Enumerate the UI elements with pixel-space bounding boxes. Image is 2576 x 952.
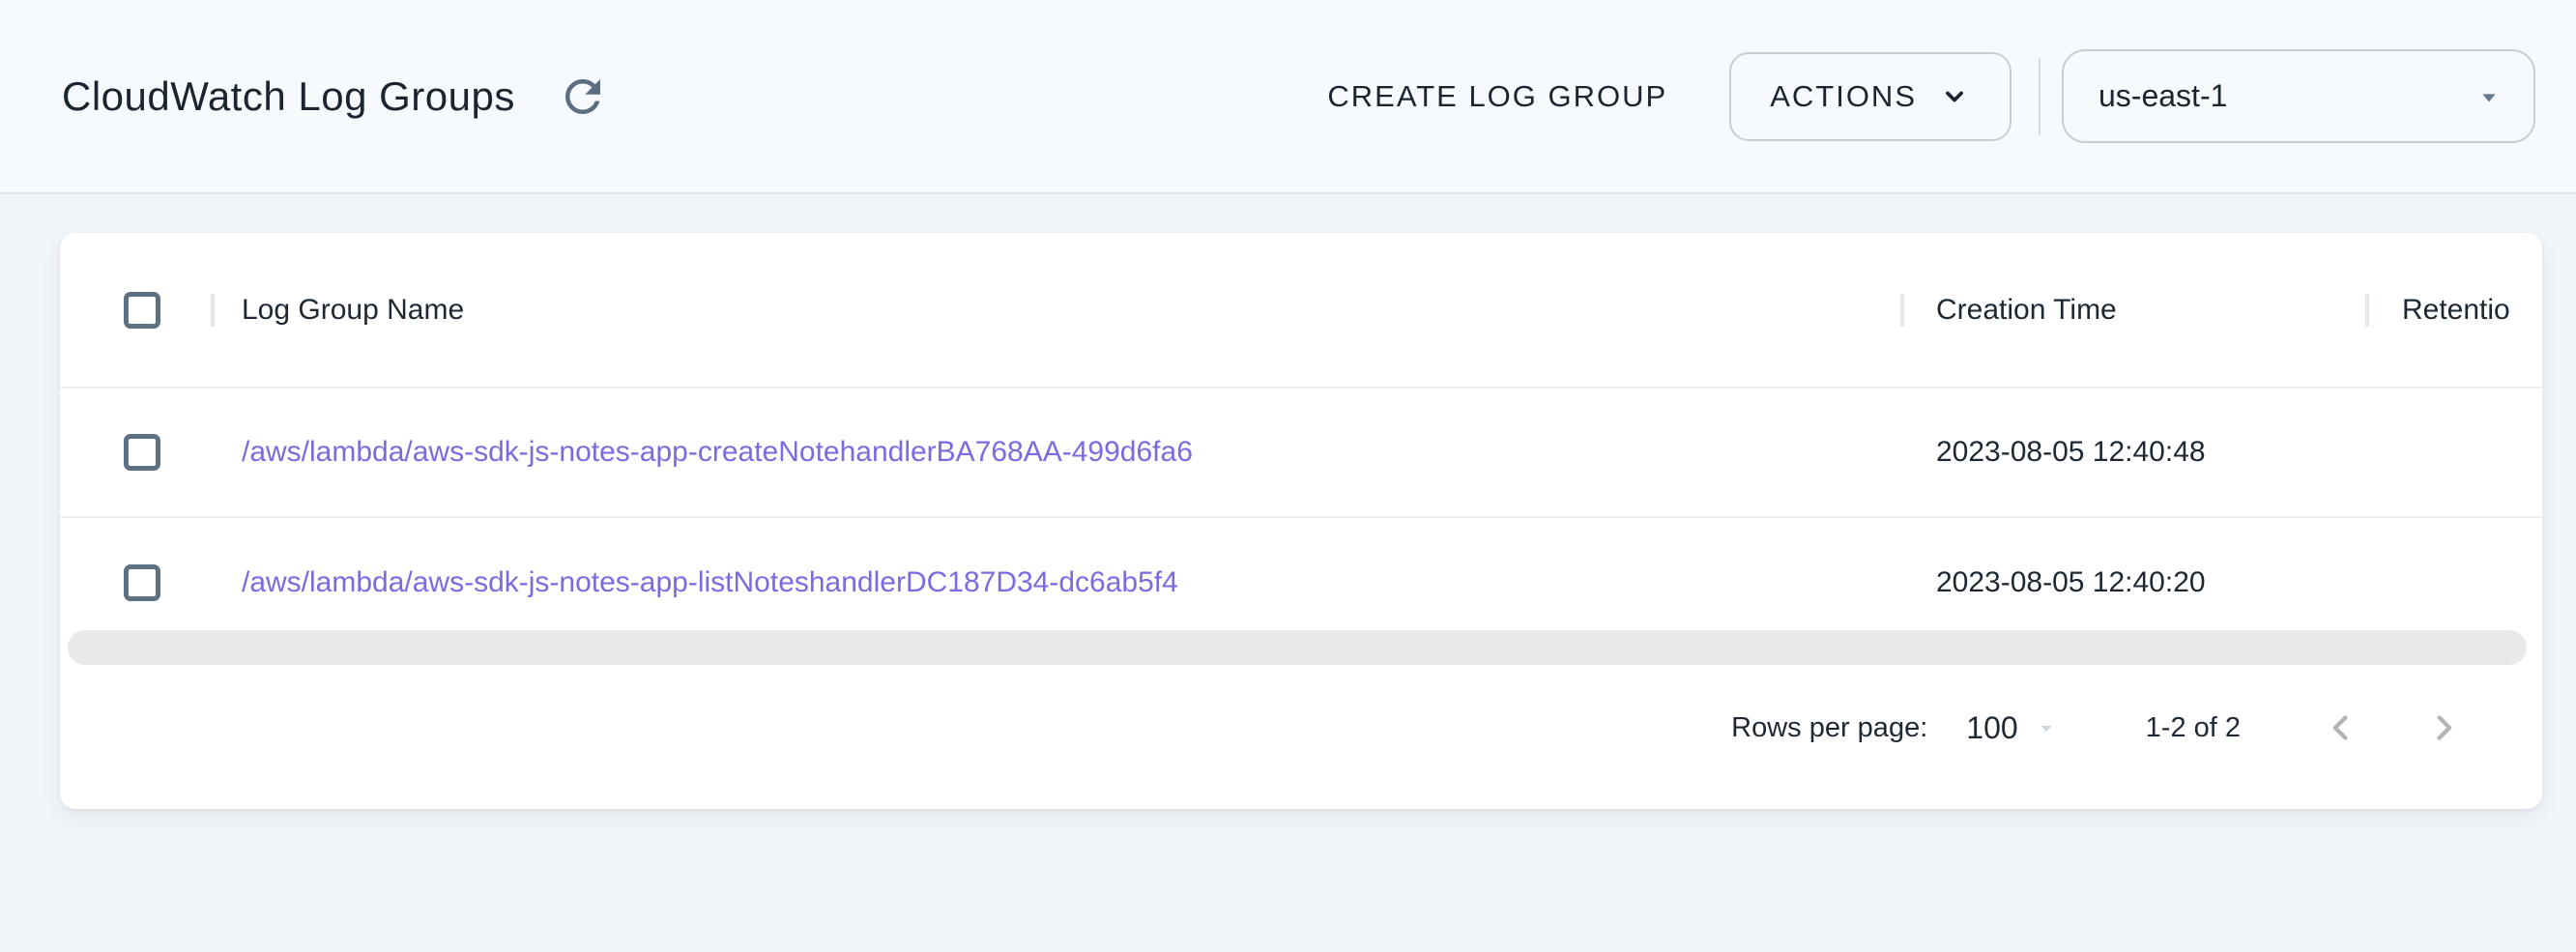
column-divider xyxy=(211,294,215,327)
region-select[interactable]: us-east-1 xyxy=(2062,49,2535,143)
creation-time-value: 2023-08-05 12:40:48 xyxy=(1936,436,2206,468)
topbar: CloudWatch Log Groups CREATE LOG GROUP A… xyxy=(0,0,2576,194)
column-header-log-group-name: Log Group Name xyxy=(242,294,464,326)
column-divider xyxy=(2365,294,2369,327)
caret-down-icon xyxy=(2474,81,2504,112)
previous-page-button[interactable] xyxy=(2312,699,2370,757)
table-row: /aws/lambda/aws-sdk-js-notes-app-listNot… xyxy=(60,518,2542,648)
row-cell-creation-time: 2023-08-05 12:40:20 xyxy=(1900,566,2365,599)
row-checkbox[interactable] xyxy=(124,434,160,471)
pagination-range: 1-2 of 2 xyxy=(2146,712,2241,744)
rows-per-page-select[interactable]: 100 xyxy=(1966,710,2058,746)
log-group-link[interactable]: /aws/lambda/aws-sdk-js-notes-app-listNot… xyxy=(242,566,1178,598)
header-cell-creation-time: Creation Time xyxy=(1900,294,2365,327)
rows-per-page-label: Rows per page: xyxy=(1731,712,1927,744)
region-select-value: us-east-1 xyxy=(2098,78,2474,114)
topbar-divider xyxy=(2039,58,2041,135)
row-cell-creation-time: 2023-08-05 12:40:48 xyxy=(1900,436,2365,469)
chevron-down-icon xyxy=(1938,80,1971,113)
pagination-bar: Rows per page: 100 1-2 of 2 xyxy=(60,679,2542,776)
header-cell-select xyxy=(60,292,211,329)
log-group-link[interactable]: /aws/lambda/aws-sdk-js-notes-app-createN… xyxy=(242,436,1193,468)
row-cell-name: /aws/lambda/aws-sdk-js-notes-app-createN… xyxy=(211,436,1900,469)
row-cell-name: /aws/lambda/aws-sdk-js-notes-app-listNot… xyxy=(211,566,1900,599)
next-page-button[interactable] xyxy=(2415,699,2473,757)
refresh-icon xyxy=(557,71,609,123)
row-checkbox[interactable] xyxy=(124,564,160,601)
actions-button-label: ACTIONS xyxy=(1770,79,1917,114)
creation-time-value: 2023-08-05 12:40:20 xyxy=(1936,566,2206,598)
table-row: /aws/lambda/aws-sdk-js-notes-app-createN… xyxy=(60,389,2542,518)
actions-button[interactable]: ACTIONS xyxy=(1729,52,2012,141)
row-cell-select xyxy=(60,434,211,471)
log-groups-card: Log Group Name Creation Time Retentio /a… xyxy=(60,233,2542,809)
header-cell-retention: Retentio xyxy=(2365,294,2542,327)
create-log-group-button[interactable]: CREATE LOG GROUP xyxy=(1300,62,1694,131)
page-title: CloudWatch Log Groups xyxy=(62,73,515,120)
header-cell-name: Log Group Name xyxy=(211,294,1900,327)
chevron-left-icon xyxy=(2321,707,2361,748)
table-header-row: Log Group Name Creation Time Retentio xyxy=(60,233,2542,389)
caret-down-icon xyxy=(2034,715,2059,740)
chevron-right-icon xyxy=(2423,707,2464,748)
rows-per-page-value: 100 xyxy=(1966,710,2017,746)
column-header-creation-time: Creation Time xyxy=(1936,294,2117,326)
column-divider xyxy=(1900,294,1904,327)
select-all-checkbox[interactable] xyxy=(124,292,160,329)
horizontal-scrollbar-thumb[interactable] xyxy=(68,630,2527,665)
column-header-retention: Retentio xyxy=(2402,294,2510,326)
row-cell-select xyxy=(60,564,211,601)
refresh-button[interactable] xyxy=(548,62,618,131)
